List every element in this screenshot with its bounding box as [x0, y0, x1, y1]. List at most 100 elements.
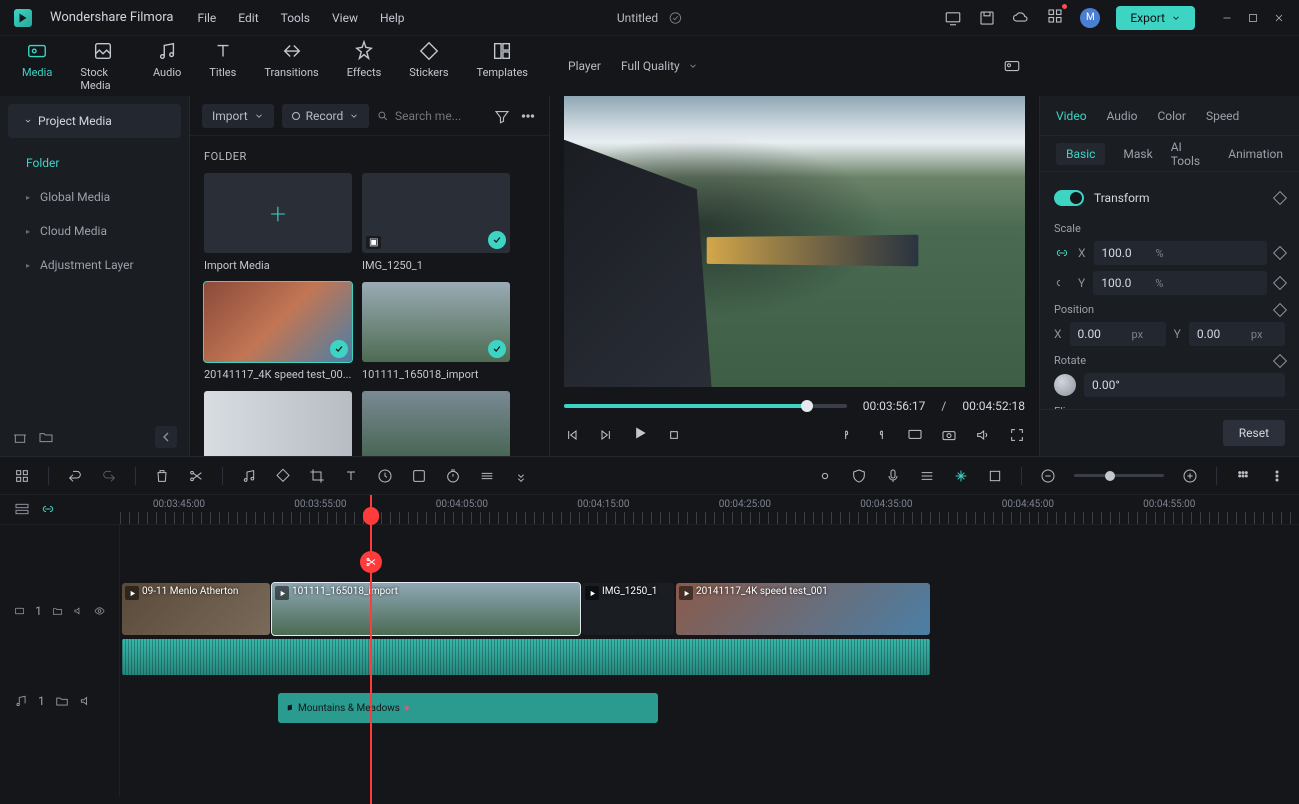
quality-selector[interactable]: Full Quality [621, 59, 698, 73]
enhance-icon[interactable] [953, 468, 969, 484]
tab-stickers[interactable]: Stickers [397, 34, 460, 98]
sidebar-item-cloud[interactable]: Cloud Media [0, 214, 189, 248]
tab-color[interactable]: Color [1157, 109, 1185, 123]
keyframe-icon[interactable] [1273, 302, 1287, 316]
rotate-input[interactable] [1092, 378, 1142, 392]
menu-view[interactable]: View [332, 11, 358, 25]
clip[interactable]: 101111_165018_import [272, 583, 580, 635]
mic-icon[interactable] [885, 468, 901, 484]
cloud-icon[interactable] [1012, 9, 1030, 27]
preview-canvas[interactable] [564, 96, 1025, 387]
keyframe-icon[interactable] [1273, 353, 1287, 367]
timeline-tracks[interactable]: 09-11 Menlo Atherton 101111_165018_impor… [120, 525, 1299, 796]
subtab-basic[interactable]: Basic [1056, 143, 1105, 165]
shield-icon[interactable] [851, 468, 867, 484]
close-icon[interactable] [1273, 12, 1285, 24]
tab-audio-prop[interactable]: Audio [1107, 109, 1138, 123]
tab-stock[interactable]: Stock Media [68, 34, 137, 98]
timer-icon[interactable] [445, 468, 461, 484]
filter-icon[interactable] [493, 107, 511, 125]
clip[interactable]: 20141117_4K speed test_001 [676, 583, 930, 635]
sidebar-item-global[interactable]: Global Media [0, 180, 189, 214]
zoom-in-icon[interactable] [1182, 468, 1198, 484]
tab-transitions[interactable]: Transitions [252, 34, 330, 98]
export-button[interactable]: Export [1116, 6, 1195, 30]
mute-icon[interactable] [73, 604, 84, 618]
keyframe-icon[interactable] [1273, 246, 1287, 260]
track-icon[interactable] [479, 468, 495, 484]
subtab-ai[interactable]: AI Tools [1171, 140, 1211, 168]
media-thumb[interactable]: ▣IMG_1250_1 [362, 173, 510, 272]
split-icon[interactable] [188, 468, 204, 484]
transform-toggle[interactable] [1054, 190, 1084, 206]
new-folder-icon[interactable] [38, 429, 54, 445]
play-button[interactable] [632, 425, 648, 444]
media-thumb[interactable]: 101111_165018_import [362, 282, 510, 381]
tag-icon[interactable] [275, 468, 291, 484]
tab-titles[interactable]: Titles [197, 34, 248, 98]
redo-icon[interactable] [101, 468, 117, 484]
audio-track-header[interactable]: 1 [0, 679, 119, 723]
scale-y-field[interactable]: % [1093, 271, 1267, 295]
avatar[interactable]: M [1080, 8, 1100, 28]
sidebar-item-adjustment[interactable]: Adjustment Layer [0, 248, 189, 282]
import-media-tile[interactable]: +Import Media [204, 173, 352, 272]
prev-frame-icon[interactable] [564, 427, 580, 443]
save-icon[interactable] [978, 9, 996, 27]
next-frame-icon[interactable] [598, 427, 614, 443]
fullscreen-icon[interactable] [1009, 427, 1025, 443]
maximize-icon[interactable] [1247, 12, 1259, 24]
audio-clip[interactable]: Mountains & Meadows ♥ [278, 693, 658, 723]
menu-tools[interactable]: Tools [281, 11, 310, 25]
text-icon[interactable] [343, 468, 359, 484]
delete-icon[interactable] [154, 468, 170, 484]
layout-icon[interactable] [14, 468, 30, 484]
stop-icon[interactable] [666, 427, 682, 443]
record-button[interactable]: Record [282, 104, 370, 128]
color-icon[interactable] [411, 468, 427, 484]
frame-icon[interactable] [987, 468, 1003, 484]
zoom-out-icon[interactable] [1040, 468, 1056, 484]
menu-help[interactable]: Help [380, 11, 405, 25]
device-icon[interactable] [944, 9, 962, 27]
clip[interactable]: 09-11 Menlo Atherton [122, 583, 270, 635]
scale-x-input[interactable] [1102, 246, 1152, 260]
bin-icon[interactable] [12, 429, 28, 445]
snapshot-icon[interactable] [1003, 57, 1021, 75]
rotate-field[interactable] [1084, 373, 1285, 397]
subtab-animation[interactable]: Animation [1228, 147, 1283, 161]
list-icon[interactable] [919, 468, 935, 484]
collapse-button[interactable] [155, 426, 177, 448]
pos-y-input[interactable] [1197, 327, 1247, 341]
audio-waveform[interactable] [122, 639, 930, 675]
music-icon[interactable] [241, 468, 257, 484]
import-button[interactable]: Import [202, 104, 274, 128]
sidebar-item-folder[interactable]: Folder [0, 146, 189, 180]
visibility-icon[interactable] [94, 604, 105, 618]
display-icon[interactable] [907, 427, 923, 443]
scale-x-field[interactable]: % [1094, 241, 1267, 265]
mark-out-icon[interactable] [873, 427, 889, 443]
link-icon[interactable] [1054, 245, 1070, 261]
volume-icon[interactable] [975, 427, 991, 443]
tab-video[interactable]: Video [1056, 109, 1087, 123]
playhead[interactable] [370, 495, 372, 804]
subtab-mask[interactable]: Mask [1123, 147, 1152, 161]
speed-icon[interactable] [377, 468, 393, 484]
scale-y-input[interactable] [1101, 276, 1151, 290]
minimize-icon[interactable] [1221, 12, 1233, 24]
menu-file[interactable]: File [197, 11, 216, 25]
clip[interactable]: IMG_1250_1 [582, 583, 674, 635]
keyframe-icon[interactable] [1273, 191, 1287, 205]
tab-media[interactable]: Media [10, 34, 64, 98]
tab-templates[interactable]: Templates [465, 34, 540, 98]
timeline-ruler[interactable]: 00:03:45:00 00:03:55:00 00:04:05:00 00:0… [0, 495, 1299, 525]
mark-in-icon[interactable] [839, 427, 855, 443]
rotate-knob[interactable] [1054, 374, 1076, 396]
marker-icon[interactable] [817, 468, 833, 484]
media-thumb[interactable] [204, 391, 352, 456]
media-thumb[interactable]: 20141117_4K speed test_00... [204, 282, 352, 381]
media-thumb[interactable] [362, 391, 510, 456]
mute-icon[interactable] [79, 694, 93, 708]
sidebar-header[interactable]: Project Media [8, 104, 181, 138]
